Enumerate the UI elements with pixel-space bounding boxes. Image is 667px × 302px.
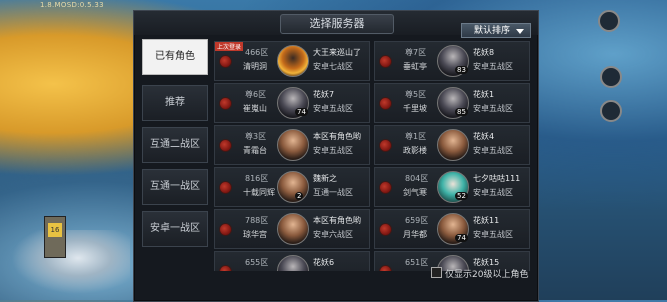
character-level: 74 xyxy=(295,108,308,116)
server-status-icon xyxy=(379,55,392,68)
character-level: 85 xyxy=(455,108,468,116)
server-zone: 788区 xyxy=(245,216,269,225)
character-avatar xyxy=(277,129,309,161)
character-avatar xyxy=(277,171,309,203)
server-entry[interactable]: 尊3区青霜台 本区有角色哟 安卓五战区 xyxy=(214,125,370,165)
background-round-icon-1 xyxy=(598,10,620,32)
server-entry[interactable]: 804区剑气寒 52 七夕咕咕111 安卓五战区 xyxy=(374,167,530,207)
server-zone: 655区 xyxy=(245,258,269,267)
last-login-badge: 上次登录 xyxy=(215,42,244,51)
server-entry[interactable]: 788区琼华宫 本区有角色哟 安卓六战区 xyxy=(214,209,370,249)
server-status-icon xyxy=(219,97,232,110)
character-name: 七夕咕咕111 xyxy=(473,174,521,183)
server-zone: 804区 xyxy=(405,174,429,183)
server-zone: 659区 xyxy=(405,216,429,225)
tab-android-zone-1[interactable]: 安卓一战区 xyxy=(142,211,208,247)
min-level-filter[interactable]: 仅显示20级以上角色 xyxy=(431,267,528,281)
checkbox-icon[interactable] xyxy=(431,267,442,278)
server-status-icon xyxy=(379,265,392,271)
filter-label: 仅显示20级以上角色 xyxy=(445,270,529,280)
character-server: 安卓五战区 xyxy=(473,146,513,155)
character-level: 52 xyxy=(455,192,468,200)
server-name: 剑气寒 xyxy=(403,188,427,197)
server-select-dialog: 选择服务器 默认排序 已有角色 推荐 互通二战区 互通一战区 安卓一战区 上次登… xyxy=(133,10,539,302)
character-server: 安卓七战区 xyxy=(313,62,353,71)
character-server: 安卓五战区 xyxy=(473,188,513,197)
server-zone: 651区 xyxy=(405,258,429,267)
character-server: 安卓五战区 xyxy=(473,104,513,113)
character-name: 花妖6 xyxy=(313,258,335,267)
character-name: 本区有角色哟 xyxy=(313,132,361,141)
server-name: 崔嵬山 xyxy=(243,104,267,113)
server-entry[interactable]: 816区 十载同辉 2 魏新之 互通一战区 xyxy=(214,167,370,207)
server-status-icon xyxy=(219,265,232,271)
tab-cross-zone-1[interactable]: 互通一战区 xyxy=(142,169,208,205)
character-name: 花妖4 xyxy=(473,132,495,141)
character-avatar xyxy=(437,129,469,161)
server-name: 清明洞 xyxy=(243,62,267,71)
server-entry[interactable]: 上次登录 466区清明洞 大王来巡山了 安卓七战区 xyxy=(214,41,370,81)
server-zone: 尊7区 xyxy=(405,48,427,57)
server-zone: 816区 xyxy=(245,174,269,183)
server-zone: 尊6区 xyxy=(245,90,267,99)
server-zone: 尊3区 xyxy=(245,132,267,141)
sort-dropdown-label: 默认排序 xyxy=(474,26,511,36)
character-name: 本区有角色哟 xyxy=(313,216,361,225)
server-name: 青霜台 xyxy=(243,146,267,155)
tab-cross-zone-2[interactable]: 互通二战区 xyxy=(142,127,208,163)
character-level: 74 xyxy=(455,234,468,242)
server-zone: 尊5区 xyxy=(405,90,427,99)
character-name: 花妖8 xyxy=(473,48,495,57)
background-side-badge: 16 xyxy=(44,216,66,258)
server-zone: 466区 xyxy=(245,48,269,57)
character-server: 互通一战区 xyxy=(313,188,353,197)
character-server: 安卓五战区 xyxy=(313,146,353,155)
server-entry[interactable]: 尊6区崔嵬山 74 花妖7 安卓五战区 xyxy=(214,83,370,123)
tab-recommended[interactable]: 推荐 xyxy=(142,85,208,121)
server-status-icon xyxy=(219,223,232,236)
character-name: 大王来巡山了 xyxy=(313,48,361,57)
server-grid: 上次登录 466区 清明洞 大王来巡山了 安卓七战区 尊7区 垂虹亭 83 花妖8 安卓五战区 尊6… xyxy=(214,41,532,271)
server-name: 千里坡 xyxy=(403,104,427,113)
character-server: 安卓五战区 xyxy=(473,230,513,239)
server-entry[interactable]: 尊5区千里坡 85 花妖1 安卓五战区 xyxy=(374,83,530,123)
character-level: 83 xyxy=(455,66,468,74)
character-name: 花妖1 xyxy=(473,90,495,99)
server-name: 十载同辉 xyxy=(243,188,275,197)
server-name: 琼华宫 xyxy=(243,230,267,239)
version-text: 1.8.MOSD:0.5.33 xyxy=(40,1,104,9)
dialog-title: 选择服务器 xyxy=(280,14,394,34)
server-name: 月华都 xyxy=(403,230,427,239)
character-server: 安卓五战区 xyxy=(313,104,353,113)
background-round-icon-3 xyxy=(600,100,622,122)
server-zone: 尊1区 xyxy=(405,132,427,141)
character-server: 安卓五战区 xyxy=(473,62,513,71)
server-entry[interactable]: 尊7区垂虹亭 83 花妖8 安卓五战区 xyxy=(374,41,530,81)
server-status-icon xyxy=(379,223,392,236)
character-name: 魏新之 xyxy=(313,174,337,183)
character-name: 花妖7 xyxy=(313,90,335,99)
server-status-icon xyxy=(379,139,392,152)
character-avatar xyxy=(277,45,309,77)
chevron-down-icon xyxy=(516,29,524,34)
background-round-icon-2 xyxy=(600,66,622,88)
tab-existing-roles[interactable]: 已有角色 xyxy=(142,39,208,75)
server-status-icon xyxy=(219,55,232,68)
server-status-icon xyxy=(219,139,232,152)
character-avatar xyxy=(277,255,309,271)
character-name: 花妖11 xyxy=(473,216,500,225)
sort-dropdown[interactable]: 默认排序 xyxy=(461,23,531,38)
server-entry[interactable]: 尊1区政影楼 花妖4 安卓五战区 xyxy=(374,125,530,165)
background-badge-icon: 16 xyxy=(48,223,62,237)
server-entry[interactable]: 655区 花妖6 xyxy=(214,251,370,271)
server-name: 政影楼 xyxy=(403,146,427,155)
character-avatar xyxy=(277,213,309,245)
server-status-icon xyxy=(379,97,392,110)
character-server: 安卓六战区 xyxy=(313,230,353,239)
server-status-icon xyxy=(379,181,392,194)
server-entry[interactable]: 659区月华都 74 花妖11 安卓五战区 xyxy=(374,209,530,249)
server-status-icon xyxy=(219,181,232,194)
server-name: 垂虹亭 xyxy=(403,62,427,71)
